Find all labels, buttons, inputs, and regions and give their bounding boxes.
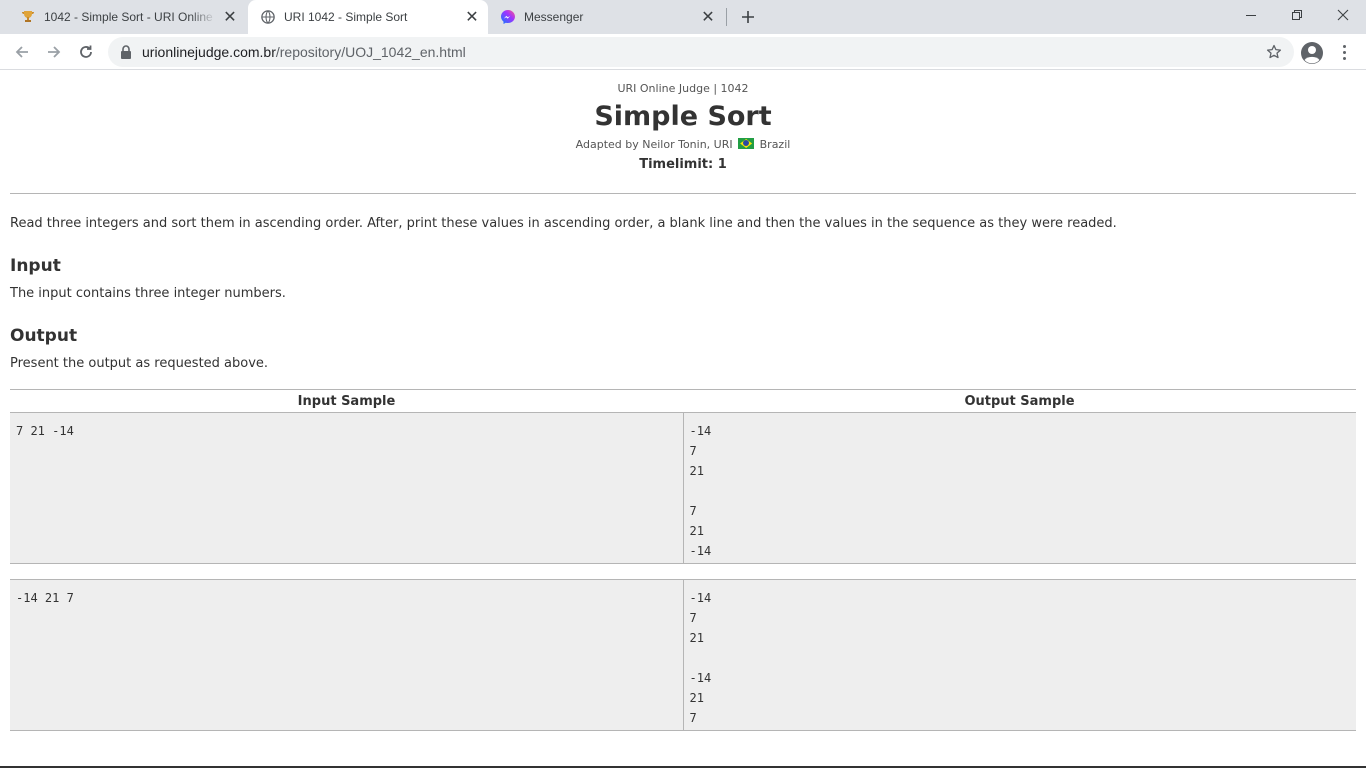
url-host: urionlinejudge.com.br bbox=[142, 44, 276, 60]
adapted-text: Adapted by Neilor Tonin, URI bbox=[575, 138, 733, 151]
close-icon bbox=[1337, 9, 1349, 21]
forward-button[interactable] bbox=[40, 38, 68, 66]
url-text: urionlinejudge.com.br/repository/UOJ_104… bbox=[142, 44, 466, 60]
sample-row: -14 21 7 -14 7 21 -14 21 7 bbox=[10, 580, 1356, 730]
tab-active-problem[interactable]: URI 1042 - Simple Sort ✕ bbox=[248, 0, 488, 34]
trophy-icon bbox=[20, 9, 36, 25]
brazil-flag-icon bbox=[738, 138, 755, 149]
new-tab-button[interactable] bbox=[736, 5, 760, 29]
close-window-button[interactable] bbox=[1320, 0, 1366, 30]
output-text: Present the output as requested above. bbox=[10, 356, 269, 371]
tab-title: 1042 - Simple Sort - URI Online Judge bbox=[44, 10, 216, 24]
tab-separator bbox=[726, 8, 727, 26]
minimize-button[interactable] bbox=[1228, 0, 1274, 30]
sample-input-cell: 7 21 -14 bbox=[10, 413, 684, 563]
sample-output-cell: -14 7 21 -14 21 7 bbox=[689, 591, 712, 725]
input-heading: Input bbox=[10, 256, 61, 276]
tab-title: Messenger bbox=[524, 10, 584, 24]
page-title: Simple Sort bbox=[594, 101, 772, 132]
tab-strip: 1042 - Simple Sort - URI Online Judge ✕ … bbox=[0, 0, 1366, 34]
bookmark-star-icon[interactable] bbox=[1266, 44, 1282, 60]
country-name: Brazil bbox=[759, 138, 791, 151]
address-bar[interactable]: urionlinejudge.com.br/repository/UOJ_104… bbox=[108, 37, 1294, 67]
messenger-icon bbox=[500, 9, 516, 25]
sample-table-header: Input Sample Output Sample bbox=[10, 390, 1356, 413]
close-icon[interactable]: ✕ bbox=[222, 9, 238, 26]
tab-messenger[interactable]: Messenger ✕ bbox=[488, 0, 724, 34]
lock-icon[interactable] bbox=[118, 44, 134, 60]
sample-input-cell: -14 21 7 bbox=[10, 580, 684, 730]
output-heading: Output bbox=[10, 326, 78, 346]
sample-row: 7 21 -14 -14 7 21 7 21 -14 bbox=[10, 413, 1356, 563]
problem-description: Read three integers and sort them in asc… bbox=[10, 216, 1117, 231]
plus-icon bbox=[742, 11, 754, 23]
restore-button[interactable] bbox=[1274, 0, 1320, 30]
reload-icon bbox=[80, 45, 92, 58]
close-icon[interactable]: ✕ bbox=[464, 9, 480, 26]
sample-table-2: -14 21 7 -14 7 21 -14 21 7 bbox=[10, 579, 1356, 731]
input-text: The input contains three integer numbers… bbox=[10, 286, 286, 301]
arrow-left-icon bbox=[15, 46, 28, 58]
input-sample-header: Input Sample bbox=[297, 394, 396, 409]
url-path: /repository/UOJ_1042_en.html bbox=[275, 44, 466, 60]
globe-icon bbox=[260, 9, 276, 25]
close-icon[interactable]: ✕ bbox=[700, 9, 716, 26]
reload-button[interactable] bbox=[72, 38, 100, 66]
minimize-icon bbox=[1246, 15, 1256, 16]
back-button[interactable] bbox=[8, 38, 36, 66]
problem-crumb: URI Online Judge | 1042 bbox=[617, 82, 749, 95]
sample-output-cell: -14 7 21 7 21 -14 bbox=[689, 424, 712, 558]
menu-kebab-icon[interactable] bbox=[1334, 40, 1354, 64]
tab-uri-problem[interactable]: 1042 - Simple Sort - URI Online Judge ✕ bbox=[0, 0, 248, 34]
sample-table-1: Input Sample Output Sample 7 21 -14 -14 … bbox=[10, 389, 1356, 564]
tab-title: URI 1042 - Simple Sort bbox=[284, 10, 408, 24]
problem-header: URI Online Judge | 1042 Simple Sort Adap… bbox=[10, 71, 1356, 194]
profile-avatar-icon[interactable] bbox=[1300, 41, 1324, 65]
restore-icon bbox=[1292, 10, 1302, 20]
arrow-right-icon bbox=[48, 46, 61, 58]
output-sample-header: Output Sample bbox=[964, 394, 1075, 409]
timelimit: Timelimit: 1 bbox=[639, 157, 727, 172]
browser-toolbar: urionlinejudge.com.br/repository/UOJ_104… bbox=[0, 34, 1366, 70]
page-content: URI Online Judge | 1042 Simple Sort Adap… bbox=[0, 71, 1366, 768]
adapted-by: Adapted by Neilor Tonin, URI Brazil bbox=[10, 138, 1356, 151]
